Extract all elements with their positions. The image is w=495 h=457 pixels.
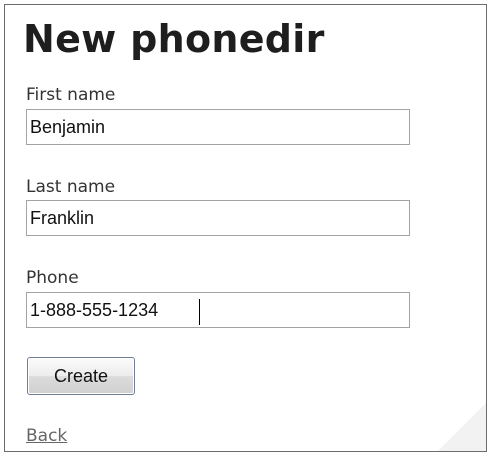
phone-field[interactable] <box>26 292 410 328</box>
text-caret <box>199 299 200 325</box>
last-name-label: Last name <box>26 177 116 197</box>
phone-label: Phone <box>26 268 79 288</box>
page-corner-decoration <box>438 403 486 451</box>
page-title: New phonedir <box>23 17 325 61</box>
last-name-field[interactable] <box>26 200 410 236</box>
back-link[interactable]: Back <box>26 425 67 447</box>
create-button[interactable]: Create <box>27 357 135 395</box>
first-name-field[interactable] <box>26 109 410 145</box>
first-name-label: First name <box>26 85 116 105</box>
page-frame: New phonedir First name Last name Phone … <box>4 4 487 452</box>
